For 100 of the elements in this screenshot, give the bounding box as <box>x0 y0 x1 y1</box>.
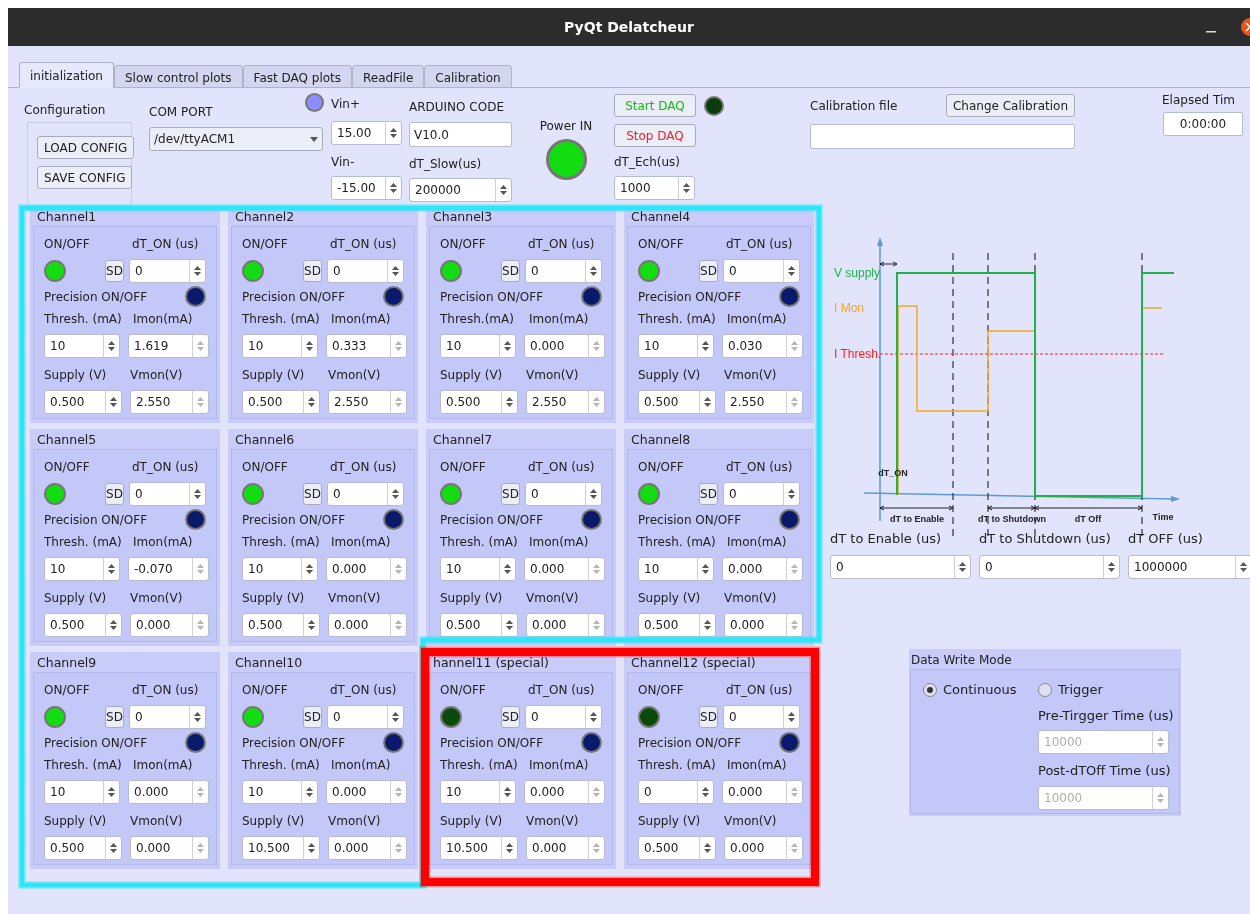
spin-box[interactable]: 0.500 <box>638 613 716 637</box>
spinner-arrows-icon[interactable] <box>109 618 118 632</box>
spin-box[interactable]: 0 <box>525 259 602 283</box>
tab[interactable]: initialization <box>19 62 114 88</box>
spin-box[interactable]: -0.070 <box>128 557 209 581</box>
sd-button[interactable]: SD <box>500 483 521 505</box>
spinner-arrows-icon[interactable] <box>503 339 512 353</box>
spin-box[interactable]: 0 <box>979 554 1120 579</box>
spin-box[interactable]: 0.500 <box>440 390 518 414</box>
close-icon[interactable] <box>1241 18 1250 36</box>
spinner-arrows-icon[interactable] <box>701 339 710 353</box>
spin-box[interactable]: 0 <box>327 705 404 729</box>
spin-box[interactable]: 0.500 <box>44 613 122 637</box>
precision-toggle[interactable] <box>581 732 602 753</box>
power-toggle[interactable] <box>44 483 66 505</box>
spin-box[interactable]: 0.000 <box>326 780 407 804</box>
spin-box[interactable]: 2.550 <box>724 390 803 414</box>
spinner-arrows-icon[interactable] <box>193 264 202 278</box>
spin-box[interactable]: 0 <box>830 554 971 579</box>
power-toggle[interactable] <box>44 260 66 282</box>
minimize-icon[interactable] <box>1206 31 1216 33</box>
spin-box[interactable]: 10 <box>440 557 516 581</box>
spin-box[interactable]: 0.000 <box>722 557 803 581</box>
spinner-arrows-icon[interactable] <box>958 559 967 574</box>
power-toggle[interactable] <box>638 260 660 282</box>
spin-box[interactable]: 0.500 <box>44 390 122 414</box>
spinner-arrows-icon[interactable] <box>107 339 116 353</box>
spinner-arrows-icon[interactable] <box>1107 559 1116 574</box>
spin-box[interactable]: 2.550 <box>328 390 407 414</box>
spin-box[interactable]: 0.500 <box>638 836 716 860</box>
spinner-arrows-icon[interactable] <box>703 395 712 409</box>
daq-status-light[interactable] <box>704 95 724 116</box>
spin-box[interactable]: 0 <box>525 482 602 506</box>
spin-box[interactable]: 10 <box>242 780 318 804</box>
spin-box[interactable]: 0.000 <box>524 557 605 581</box>
spinner-arrows-icon[interactable] <box>701 562 710 576</box>
tab[interactable]: Slow control plots <box>114 65 243 88</box>
power-indicator[interactable] <box>545 139 587 180</box>
spinner-arrows-icon[interactable] <box>389 181 398 195</box>
spin-box[interactable]: 0.000 <box>724 836 803 860</box>
sd-button[interactable]: SD <box>500 260 521 282</box>
spin-box[interactable]: 10 <box>242 557 318 581</box>
spin-box[interactable]: 15.00 <box>331 121 402 145</box>
spin-box[interactable]: 0.000 <box>524 780 605 804</box>
spinner-arrows-icon[interactable] <box>703 618 712 632</box>
spin-box[interactable]: 0.000 <box>326 557 407 581</box>
spin-box[interactable]: 0.000 <box>328 613 407 637</box>
spin-box[interactable]: 0 <box>723 482 800 506</box>
spinner-arrows-icon[interactable] <box>107 562 116 576</box>
radio-button[interactable] <box>923 682 937 697</box>
sd-button[interactable]: SD <box>698 706 719 728</box>
config-button[interactable]: LOAD CONFIG <box>37 136 135 159</box>
power-toggle[interactable] <box>44 706 66 728</box>
power-toggle[interactable] <box>638 706 660 728</box>
spinner-arrows-icon[interactable] <box>787 487 796 501</box>
spin-box[interactable]: 0 <box>327 482 404 506</box>
tab[interactable]: ReadFile <box>352 65 425 88</box>
spin-box[interactable]: 0 <box>723 259 800 283</box>
spin-box[interactable]: 1.619 <box>128 334 209 358</box>
spin-box[interactable]: 200000 <box>409 178 512 202</box>
spinner-arrows-icon[interactable] <box>389 126 398 140</box>
spinner-arrows-icon[interactable] <box>107 785 116 799</box>
power-toggle[interactable] <box>242 260 264 282</box>
spin-box[interactable]: 0.000 <box>130 836 209 860</box>
spinner-arrows-icon[interactable] <box>193 710 202 724</box>
spin-box[interactable]: 0 <box>723 705 800 729</box>
sd-button[interactable]: SD <box>302 260 323 282</box>
power-toggle[interactable] <box>440 260 462 282</box>
spin-box[interactable]: 10 <box>44 780 120 804</box>
sd-button[interactable]: SD <box>302 706 323 728</box>
spin-box[interactable]: 10.500 <box>440 836 518 860</box>
spin-box[interactable]: 0.000 <box>130 613 209 637</box>
precision-toggle[interactable] <box>779 732 800 753</box>
spinner-arrows-icon[interactable] <box>701 785 710 799</box>
sd-button[interactable]: SD <box>698 483 719 505</box>
spinner-arrows-icon[interactable] <box>307 395 316 409</box>
spinner-arrows-icon[interactable] <box>391 487 400 501</box>
spinner-arrows-icon[interactable] <box>109 395 118 409</box>
spin-box[interactable]: 2.550 <box>130 390 209 414</box>
spin-box[interactable]: 0 <box>129 705 206 729</box>
spinner-arrows-icon[interactable] <box>305 785 314 799</box>
spin-box[interactable]: 0.000 <box>526 613 605 637</box>
spinner-arrows-icon[interactable] <box>505 618 514 632</box>
arduino-code-field[interactable]: V10.0 <box>409 122 512 147</box>
spin-box[interactable]: 0 <box>129 259 206 283</box>
spinner-arrows-icon[interactable] <box>193 487 202 501</box>
spinner-arrows-icon[interactable] <box>703 841 712 855</box>
stop-daq-button[interactable]: Stop DAQ <box>614 124 696 147</box>
precision-toggle[interactable] <box>581 286 602 307</box>
sd-button[interactable]: SD <box>104 483 125 505</box>
radio-button[interactable] <box>1038 682 1052 697</box>
spinner-arrows-icon[interactable] <box>109 841 118 855</box>
spin-box[interactable]: 10.500 <box>242 836 320 860</box>
sd-button[interactable]: SD <box>500 706 521 728</box>
tab[interactable]: Fast DAQ plots <box>242 65 353 88</box>
spin-box[interactable]: 0.030 <box>722 334 803 358</box>
spinner-arrows-icon[interactable] <box>307 618 316 632</box>
spin-box[interactable]: 1000000 <box>1128 554 1250 579</box>
spinner-arrows-icon[interactable] <box>305 339 314 353</box>
spin-box[interactable]: 10 <box>44 334 120 358</box>
